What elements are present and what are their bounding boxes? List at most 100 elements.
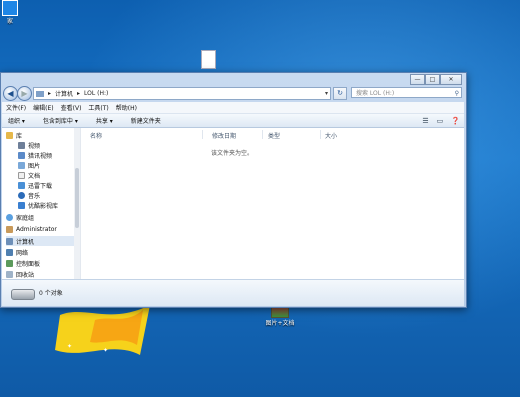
- chevron-down-icon[interactable]: ▾: [325, 90, 328, 97]
- nav-item-label: 回收站: [16, 271, 35, 279]
- column-header-name[interactable]: 名称: [90, 131, 102, 140]
- nav-item-label: Administrator: [16, 225, 57, 233]
- nav-item-recycle-bin[interactable]: 回收站: [6, 269, 78, 279]
- nav-item-library[interactable]: 库: [6, 130, 78, 140]
- view-controls: ☰ ▭ ❓: [418, 117, 464, 125]
- column-divider: [202, 130, 203, 139]
- nav-item-network[interactable]: 网络: [6, 247, 78, 257]
- help-icon[interactable]: ❓: [451, 117, 460, 125]
- column-header-date-modified[interactable]: 修改日期: [212, 131, 236, 140]
- menu-file[interactable]: 文件(F): [6, 103, 26, 112]
- explorer-window: — □ ✕ ◀ ▶ ▸ 计算机 ▸ LOL (H:) ▾ ↻ 搜索 LOL (H…: [0, 72, 467, 308]
- empty-folder-message: 该文件夹为空。: [210, 150, 253, 157]
- nav-item-label: 库: [16, 132, 23, 140]
- music-icon: [18, 191, 25, 199]
- nav-item-documents[interactable]: 文档: [18, 170, 80, 180]
- address-segment-drive[interactable]: LOL (H:): [84, 90, 108, 97]
- maximize-button[interactable]: □: [425, 74, 440, 85]
- new-folder-button[interactable]: 新建文件夹: [131, 116, 161, 125]
- nav-item-homegroup[interactable]: 家庭组: [6, 212, 78, 222]
- column-header-size[interactable]: 大小: [325, 131, 337, 140]
- nav-item-xunxun-videos[interactable]: 猎讯视频: [18, 150, 80, 160]
- search-icon[interactable]: ⚲: [455, 88, 459, 99]
- nav-item-label: 控制面板: [16, 260, 41, 268]
- video-icon: [18, 141, 25, 149]
- address-segment-computer[interactable]: 计算机: [55, 89, 73, 98]
- nav-item-label: 音乐: [28, 192, 41, 200]
- close-button[interactable]: ✕: [440, 74, 462, 85]
- nav-item-thunder-downloads[interactable]: 迅雷下载: [18, 180, 80, 190]
- video-icon: [18, 201, 25, 209]
- file-list: 名称 修改日期 类型 大小 该文件夹为空。: [82, 128, 464, 279]
- forward-button[interactable]: ▶: [17, 86, 32, 101]
- nav-item-label: 网络: [16, 249, 29, 257]
- column-divider: [262, 130, 263, 139]
- search-placeholder: 搜索 LOL (H:): [356, 90, 395, 97]
- nav-item-videos[interactable]: 视频: [18, 140, 80, 150]
- minimize-button[interactable]: —: [410, 74, 425, 85]
- preview-pane-icon[interactable]: ▭: [437, 117, 444, 125]
- back-button[interactable]: ◀: [3, 86, 18, 101]
- address-separator: ▸: [48, 90, 52, 97]
- drive-icon: [11, 289, 35, 300]
- view-options-icon[interactable]: ☰: [422, 117, 428, 125]
- nav-item-music[interactable]: 音乐: [18, 190, 80, 200]
- explorer-content: 库 视频 猎讯视频 图片 文档 迅雷下载 音乐 优酷影视库 家庭组 Admini…: [2, 128, 464, 279]
- control-panel-icon: [6, 259, 13, 267]
- organize-button[interactable]: 组织 ▾: [8, 116, 25, 125]
- back-arrow-icon: ◀: [7, 89, 14, 98]
- desktop-icon-label: 家: [6, 18, 13, 25]
- nav-item-label: 文档: [28, 172, 41, 180]
- svg-text:✦: ✦: [67, 343, 72, 350]
- share-button[interactable]: 共享 ▾: [96, 116, 113, 125]
- column-divider: [320, 130, 321, 139]
- refresh-icon: ↻: [337, 89, 343, 97]
- download-icon: [18, 181, 25, 189]
- search-input[interactable]: 搜索 LOL (H:) ⚲: [351, 87, 462, 98]
- video-icon: [18, 151, 25, 159]
- computer-icon: [36, 90, 44, 97]
- user-icon: [6, 225, 13, 233]
- forward-arrow-icon: ▶: [21, 89, 28, 98]
- item-count: 0 个对象: [39, 290, 63, 297]
- computer-icon: [6, 237, 13, 245]
- documents-icon: [18, 171, 25, 179]
- nav-item-label: 计算机: [16, 238, 35, 246]
- nav-item-administrator[interactable]: Administrator: [6, 224, 78, 234]
- nav-item-label: 猎讯视频: [28, 152, 53, 160]
- menu-bar: 文件(F) 编辑(E) 查看(V) 工具(T) 帮助(H): [2, 102, 464, 114]
- nav-item-label: 家庭组: [16, 214, 35, 222]
- document-icon: [200, 50, 216, 69]
- homegroup-icon: [6, 213, 13, 221]
- scrollbar-thumb[interactable]: [75, 168, 79, 228]
- address-bar[interactable]: ▸ 计算机 ▸ LOL (H:) ▾: [33, 87, 331, 100]
- menu-view[interactable]: 查看(V): [61, 103, 82, 112]
- status-bar: 0 个对象: [2, 279, 464, 306]
- desktop-icon-top[interactable]: 家: [0, 0, 20, 25]
- nav-item-youku-library[interactable]: 优酷影视库: [18, 200, 80, 210]
- nav-scrollbar[interactable]: [74, 128, 80, 279]
- nav-item-pictures[interactable]: 图片: [18, 160, 80, 170]
- include-in-library-button[interactable]: 包含到库中 ▾: [43, 116, 78, 125]
- command-bar: 组织 ▾ 包含到库中 ▾ 共享 ▾ 新建文件夹 ☰ ▭ ❓: [2, 114, 464, 128]
- nav-item-label: 优酷影视库: [28, 202, 59, 210]
- desktop-icon-document[interactable]: [198, 50, 218, 69]
- nav-item-control-panel[interactable]: 控制面板: [6, 258, 78, 268]
- library-icon: [6, 131, 13, 139]
- nav-item-label: 视频: [28, 142, 41, 150]
- nav-item-computer[interactable]: 计算机: [6, 236, 78, 246]
- refresh-button[interactable]: ↻: [333, 87, 347, 100]
- recycle-bin-icon: [6, 270, 13, 278]
- address-row: ◀ ▶ ▸ 计算机 ▸ LOL (H:) ▾ ↻ 搜索 LOL (H:) ⚲: [3, 86, 463, 101]
- svg-text:✦: ✦: [103, 347, 108, 354]
- network-icon: [6, 248, 13, 256]
- address-separator: ▸: [77, 90, 81, 97]
- navigation-pane: 库 视频 猎讯视频 图片 文档 迅雷下载 音乐 优酷影视库 家庭组 Admini…: [2, 128, 81, 279]
- menu-help[interactable]: 帮助(H): [116, 103, 137, 112]
- app-icon: [2, 0, 18, 16]
- column-header-type[interactable]: 类型: [268, 131, 280, 140]
- menu-edit[interactable]: 编辑(E): [33, 103, 53, 112]
- windows-flag-wallpaper: ✦ ✦: [55, 305, 150, 355]
- menu-tools[interactable]: 工具(T): [88, 103, 108, 112]
- nav-item-label: 迅雷下载: [28, 182, 53, 190]
